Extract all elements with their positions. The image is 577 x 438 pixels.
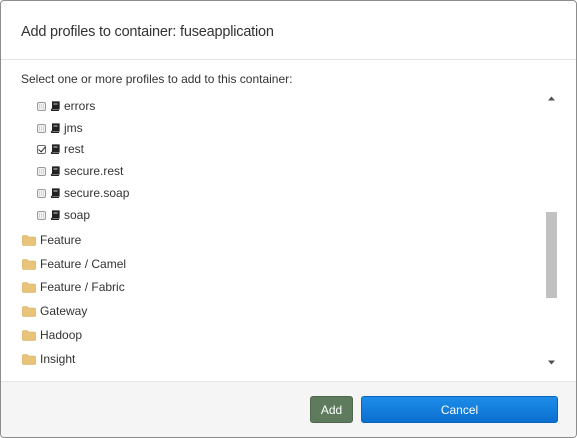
scroll-up-arrow-icon[interactable]	[544, 91, 558, 105]
book-icon	[50, 101, 60, 111]
scroll-down-arrow-icon[interactable]	[544, 355, 558, 369]
dialog-footer: Add Cancel	[1, 381, 576, 437]
profile-label: secure.rest	[64, 164, 124, 178]
checkbox[interactable]	[37, 210, 46, 220]
checkbox-checked[interactable]	[37, 144, 46, 154]
add-profiles-dialog: Add profiles to container: fuseapplicati…	[0, 0, 577, 438]
folder-item-feature-fabric[interactable]: Feature / Fabric	[22, 278, 125, 296]
instruction-text: Select one or more profiles to add to th…	[21, 72, 293, 86]
scrollbar-thumb[interactable]	[546, 212, 557, 298]
dialog-title: Add profiles to container: fuseapplicati…	[21, 24, 274, 40]
folder-label: Hadoop	[40, 328, 83, 342]
profile-item-errors[interactable]: errors	[37, 97, 95, 115]
profile-item-soap[interactable]: soap	[37, 206, 90, 224]
folder-icon	[22, 329, 36, 341]
folder-item-insight[interactable]: Insight	[22, 350, 75, 368]
profile-label: soap	[64, 208, 91, 222]
profile-label: errors	[64, 99, 96, 113]
profile-label: rest	[64, 142, 85, 156]
checkbox[interactable]	[37, 123, 46, 133]
folder-label: Insight	[40, 352, 76, 366]
profile-label: jms	[64, 121, 83, 135]
profile-item-secure-rest[interactable]: secure.rest	[37, 162, 123, 180]
folder-icon	[22, 353, 36, 365]
vertical-scrollbar[interactable]	[544, 90, 558, 371]
checkbox[interactable]	[37, 101, 46, 111]
folder-item-feature-camel[interactable]: Feature / Camel	[22, 255, 126, 273]
folder-icon	[22, 258, 36, 270]
folder-label: Feature	[40, 233, 82, 247]
checkbox[interactable]	[37, 188, 46, 198]
book-icon	[50, 188, 60, 198]
folder-item-feature[interactable]: Feature	[22, 231, 81, 249]
book-icon	[50, 144, 60, 154]
folder-label: Feature / Camel	[40, 257, 127, 271]
profile-item-jms[interactable]: jms	[37, 119, 83, 137]
checkbox[interactable]	[37, 166, 46, 176]
dialog-header: Add profiles to container: fuseapplicati…	[1, 1, 576, 60]
folder-label: Feature / Fabric	[40, 280, 125, 294]
profile-item-secure-soap[interactable]: secure.soap	[37, 184, 129, 202]
profile-label: secure.soap	[64, 186, 130, 200]
cancel-button[interactable]: Cancel	[361, 396, 558, 423]
book-icon	[50, 123, 60, 133]
folder-label: Gateway	[40, 304, 88, 318]
folder-item-gateway[interactable]: Gateway	[22, 302, 87, 320]
folder-icon	[22, 234, 36, 246]
folder-icon	[22, 305, 36, 317]
folder-item-hadoop[interactable]: Hadoop	[22, 326, 82, 344]
profile-item-rest[interactable]: rest	[37, 140, 84, 158]
add-button[interactable]: Add	[310, 396, 353, 423]
folder-icon	[22, 281, 36, 293]
profile-tree: errors jms rest secure.rest secure.soap …	[21, 92, 541, 372]
book-icon	[50, 210, 60, 220]
book-icon	[50, 166, 60, 176]
